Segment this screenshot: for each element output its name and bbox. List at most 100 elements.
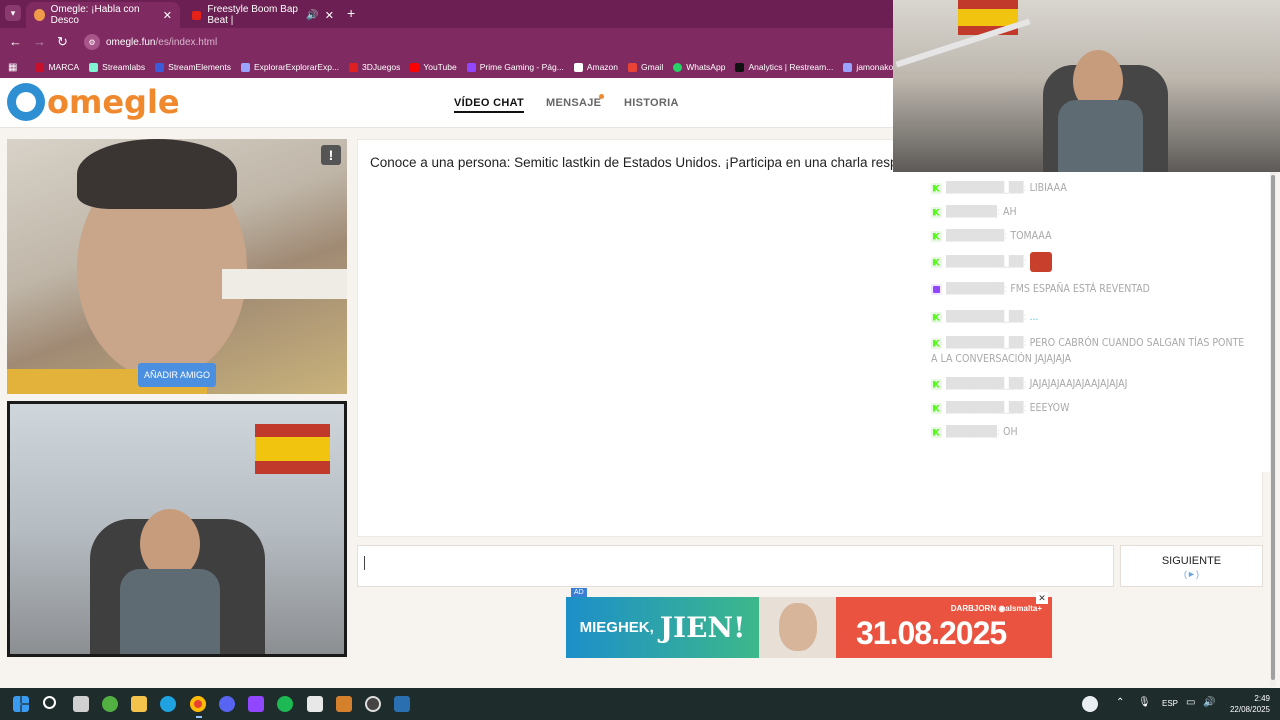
chat-message-input[interactable] (357, 545, 1114, 587)
bookmark-marca[interactable]: MARCA (35, 62, 79, 72)
ad-close-icon[interactable]: ✕ (1036, 592, 1048, 604)
ad-date: 31.08.2025 (856, 615, 1007, 651)
marca-icon (35, 62, 45, 72)
bookmark-whatsapp[interactable]: WhatsApp (673, 62, 725, 72)
bookmark-explorar[interactable]: ExplorarExplorarExp... (241, 62, 339, 72)
bookmark-3djuegos[interactable]: 3DJuegos (349, 62, 400, 72)
omegle-logo-icon (7, 83, 45, 121)
amazon-icon (573, 62, 583, 72)
chat-text: TOMAAA (1010, 230, 1052, 242)
bookmark-youtube[interactable]: YouTube (410, 62, 457, 72)
tab-youtube[interactable]: Freestyle Boom Bap Beat | 🔊 ✕ (184, 2, 342, 28)
tab-search-button[interactable]: ▾ (5, 5, 21, 21)
edge-icon[interactable] (160, 696, 176, 712)
nav-video-chat[interactable]: VÍDEO CHAT (454, 97, 525, 113)
chat-text: LIBIAAA (1029, 182, 1067, 194)
fl-studio-icon[interactable] (336, 696, 352, 712)
microphone-icon[interactable]: 🎙 (1138, 697, 1151, 708)
close-tab-icon[interactable]: ✕ (163, 9, 172, 22)
task-view-icon[interactable] (73, 696, 89, 712)
restream-icon (735, 62, 745, 72)
apps-grid-icon[interactable]: ▦ (8, 62, 17, 73)
forward-icon[interactable]: → (33, 34, 46, 49)
omegle-favicon-icon (34, 9, 45, 21)
obs-icon[interactable] (365, 696, 381, 712)
page-icon (843, 62, 853, 72)
twitch-app-icon[interactable] (248, 696, 264, 712)
add-friend-button[interactable]: AÑADIR AMIGO (138, 363, 216, 387)
bookmark-amazon[interactable]: Amazon (573, 62, 619, 72)
chrome-icon[interactable] (190, 696, 206, 712)
spotify-icon[interactable] (277, 696, 293, 712)
next-button[interactable]: SIGUIENTE (►) (1120, 545, 1263, 587)
kick-icon (931, 311, 942, 323)
background-ac-unit (222, 269, 347, 299)
ad-text-b: JIEN! (659, 611, 746, 644)
bookmark-label: MARCA (48, 62, 80, 72)
reload-icon[interactable]: ↻ (57, 34, 68, 50)
chat-user: ████████_██: (946, 402, 1027, 414)
volume-icon[interactable]: 🔊 (1203, 697, 1215, 708)
kick-icon (931, 426, 942, 438)
next-button-label: SIGUIENTE (1161, 555, 1222, 567)
page-icon (241, 62, 250, 72)
url-host: omegle.fun (106, 36, 156, 48)
bookmark-label: Amazon (586, 62, 619, 72)
speaker-icon[interactable]: 🔊 (306, 10, 318, 21)
chat-message: ████████: TOMAAA (931, 228, 1251, 244)
bookmark-gmail[interactable]: Gmail (628, 62, 663, 72)
tab-title: Omegle: ¡Habla con Desco (50, 4, 140, 26)
chat-user: ███████: (946, 426, 1001, 438)
chat-user: ████████_██: (946, 182, 1027, 194)
bookmark-label: StreamElements (168, 62, 231, 72)
steam-icon[interactable] (394, 696, 410, 712)
url-path: /es/index.html (155, 36, 218, 48)
tab-omegle[interactable]: Omegle: ¡Habla con Desco ✕ (26, 2, 180, 28)
bookmark-label: Analytics | Restream... (748, 62, 834, 72)
bookmark-prime-gaming[interactable]: Prime Gaming - Pág... (466, 62, 564, 72)
bookmark-label: 3DJuegos (362, 62, 401, 72)
bookmark-restream[interactable]: Analytics | Restream... (735, 62, 833, 72)
ad-left-panel: MIEGHEK, JIEN! (566, 597, 759, 658)
bookmark-label: ExplorarExplorarExp... (254, 62, 340, 72)
bookmark-streamelements[interactable]: StreamElements (155, 62, 231, 72)
file-explorer-icon[interactable] (131, 696, 147, 712)
new-tab-button[interactable]: + (347, 5, 355, 21)
active-app-indicator (196, 716, 202, 718)
kick-icon (931, 230, 942, 242)
capcut-icon[interactable] (307, 696, 323, 712)
xbox-icon[interactable] (102, 696, 118, 712)
chat-text: EEEYOW (1029, 402, 1070, 414)
ad-banner[interactable]: MIEGHEK, JIEN! DARBJORN ◉alsmalta+ 31.08… (566, 597, 1052, 658)
report-button[interactable]: ! (321, 145, 341, 165)
system-clock[interactable]: 2:49 22/08/2025 (1230, 693, 1270, 715)
site-info-icon[interactable]: ⚙ (84, 34, 100, 50)
bookmark-streamlabs[interactable]: Streamlabs (89, 62, 145, 72)
close-tab-icon[interactable]: ✕ (325, 9, 334, 22)
chat-text: ... (1029, 311, 1039, 323)
ad-right-panel: DARBJORN ◉alsmalta+ 31.08.2025 (836, 597, 1052, 658)
chat-text: AH (1003, 206, 1017, 218)
streamlabs-icon (89, 62, 99, 72)
network-icon[interactable]: ▭ (1186, 697, 1195, 708)
nav-history[interactable]: HISTORIA (624, 97, 679, 109)
discord-icon[interactable] (219, 696, 235, 712)
kick-icon (931, 206, 942, 218)
kick-icon (931, 378, 942, 390)
chevron-up-icon[interactable]: ⌃ (1116, 697, 1124, 708)
bookmark-label: Gmail (641, 62, 664, 72)
language-indicator[interactable]: ESP (1162, 699, 1178, 708)
url-field[interactable]: ⚙ omegle.fun/es/index.html (80, 32, 890, 52)
scrollbar-thumb[interactable] (1271, 175, 1275, 680)
logo-text: omegle (47, 83, 180, 121)
back-icon[interactable]: ← (9, 34, 22, 49)
nav-message[interactable]: MENSAJE (546, 97, 601, 109)
windows-start-icon[interactable] (13, 696, 29, 712)
search-icon[interactable] (43, 696, 56, 709)
kick-icon (931, 256, 942, 268)
chat-user: ████████: (946, 283, 1008, 295)
stream-chat-overlay: ████████_██: LIBIAAA ███████: AH ███████… (922, 172, 1272, 472)
omegle-logo[interactable]: omegle (7, 83, 180, 121)
streamer-shirt (1058, 100, 1143, 172)
weather-icon[interactable] (1082, 696, 1098, 712)
